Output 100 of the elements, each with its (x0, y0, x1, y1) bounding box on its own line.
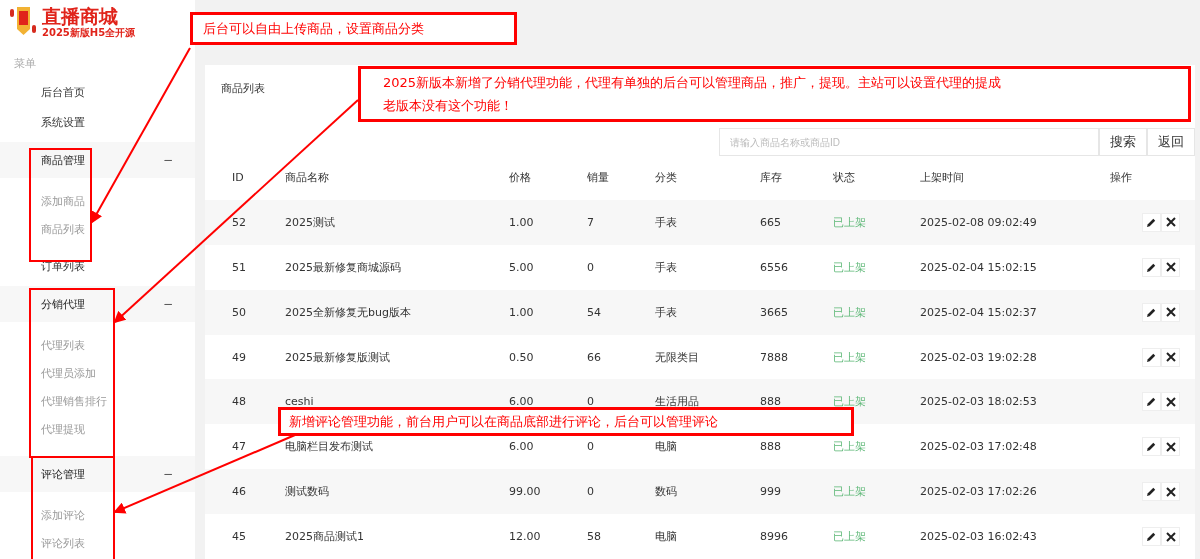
table-cell-text: 5.00 (509, 260, 535, 274)
column-header: 销量 (587, 170, 610, 186)
table-cell-text: 电脑 (655, 439, 678, 455)
back-button[interactable]: 返回 (1147, 128, 1195, 156)
table-cell-text: 1.00 (509, 215, 535, 229)
callout-text: 2025新版本新增了分销代理功能，代理有单独的后台可以管理商品，推广，提现。主站可以设置代理的提成 (383, 75, 1003, 90)
status-text: 已上架 (833, 439, 867, 455)
sidebar-group-header[interactable]: 商品管理 − (0, 142, 195, 178)
table-cell-text: 45 (232, 530, 247, 544)
table-cell-text: 0 (587, 440, 595, 454)
search-button[interactable]: 搜索 (1099, 128, 1147, 156)
delete-icon[interactable] (1161, 527, 1180, 547)
table-cell-text: 测试数码 (285, 484, 330, 500)
table-cell-text: 2025-02-04 15:02:37 (920, 305, 1038, 319)
table-cell-text: 1.00 (509, 305, 535, 319)
panel-title: 商品列表 (221, 81, 265, 96)
table-cell-text: 46 (232, 485, 247, 499)
delete-icon[interactable] (1161, 212, 1180, 232)
table-cell-text: 7888 (760, 350, 789, 364)
column-header: 上架时间 (920, 170, 965, 186)
table-cell-text: 手表 (655, 304, 678, 320)
table-cell-text: 54 (587, 305, 602, 319)
status-text: 已上架 (833, 214, 867, 230)
table-cell-text: 50 (232, 305, 247, 319)
collapse-toggle[interactable]: − (162, 153, 173, 167)
delete-icon[interactable] (1161, 482, 1180, 502)
status-text: 已上架 (833, 259, 867, 275)
table-cell-text: 2025-02-08 09:02:49 (920, 215, 1038, 229)
edit-icon[interactable] (1142, 392, 1161, 412)
column-header: 状态 (833, 170, 856, 186)
status-text: 已上架 (833, 394, 867, 410)
status-text: 已上架 (833, 349, 867, 365)
table-cell-text: 2025商品测试1 (285, 529, 365, 545)
callout-text: 新增评论管理功能，前台用户可以在商品底部进行评论，后台可以管理评论 (289, 414, 719, 429)
table-cell-text: 52 (232, 215, 247, 229)
sidebar-group-header[interactable]: 分销代理 − (0, 286, 195, 322)
menu-heading: 菜单 (14, 57, 37, 70)
table-cell-text: 48 (232, 395, 247, 409)
column-header: 操作 (1110, 170, 1133, 186)
delete-icon[interactable] (1161, 347, 1180, 367)
edit-icon[interactable] (1142, 437, 1161, 457)
edit-icon[interactable] (1142, 347, 1161, 367)
collapse-toggle[interactable]: − (162, 467, 173, 481)
status-text: 已上架 (833, 529, 867, 545)
table-cell-text: 2025-02-03 18:02:53 (920, 395, 1038, 409)
edit-icon[interactable] (1142, 527, 1161, 547)
logo-title: 直播商城 (42, 5, 119, 27)
table-cell-text: 2025-02-04 15:02:15 (920, 260, 1038, 274)
edit-icon[interactable] (1142, 482, 1161, 502)
collapse-toggle[interactable]: − (162, 297, 173, 311)
sidebar-item[interactable]: 系统设置 (0, 108, 195, 138)
column-header: 商品名称 (285, 170, 330, 186)
table-cell-text: 0 (587, 395, 595, 409)
table-cell-text: 数码 (655, 484, 678, 500)
delete-icon[interactable] (1161, 302, 1180, 322)
table-cell-text: 手表 (655, 214, 678, 230)
status-text: 已上架 (833, 304, 867, 320)
group-label: 分销代理 (41, 296, 85, 312)
table-cell-text: 0.50 (509, 350, 535, 364)
delete-icon[interactable] (1161, 257, 1180, 277)
delete-icon[interactable] (1161, 392, 1180, 412)
table-cell-text: 7 (587, 215, 595, 229)
table-cell-text: 58 (587, 530, 602, 544)
table-cell-text: 生活用品 (655, 394, 700, 410)
table-cell-text: 2025最新修复版测试 (285, 349, 391, 365)
table-cell-text: 0 (587, 260, 595, 274)
table-cell-text: ceshi (285, 395, 315, 409)
table-cell-text: 电脑 (655, 529, 678, 545)
group-label: 商品管理 (41, 152, 85, 168)
table-cell-text: 49 (232, 350, 247, 364)
edit-icon[interactable] (1142, 302, 1161, 322)
edit-icon[interactable] (1142, 212, 1161, 232)
sidebar-item[interactable]: 后台首页 (0, 78, 195, 108)
table-cell-text: 2025全新修复无bug版本 (285, 304, 412, 320)
sidebar-group-header[interactable]: 评论管理 − (0, 456, 195, 492)
table-cell-text: 999 (760, 485, 782, 499)
edit-icon[interactable] (1142, 257, 1161, 277)
logo-subtitle: 2025新版H5全开源 (42, 27, 136, 39)
callout-text: 后台可以自由上传商品，设置商品分类 (203, 21, 425, 36)
table-cell-text: 电脑栏目发布测试 (285, 439, 374, 455)
table-cell-text: 665 (760, 215, 782, 229)
table-cell-text: 66 (587, 350, 602, 364)
table-cell-text: 99.00 (509, 485, 542, 499)
group-label: 评论管理 (41, 466, 85, 482)
table-cell-text: 6.00 (509, 395, 535, 409)
table-cell-text: 手表 (655, 259, 678, 275)
table-cell-text: 888 (760, 440, 782, 454)
table-cell-text: 0 (587, 485, 595, 499)
column-header: ID (232, 171, 245, 185)
table-cell-text: 2025测试 (285, 214, 336, 230)
column-header: 分类 (655, 170, 678, 186)
table-cell-text: 2025最新修复商城源码 (285, 259, 402, 275)
table-cell-text: 2025-02-03 19:02:28 (920, 350, 1038, 364)
table-cell-text: 12.00 (509, 530, 542, 544)
table-cell-text: 51 (232, 260, 247, 274)
table-cell-text: 2025-02-03 17:02:26 (920, 485, 1038, 499)
delete-icon[interactable] (1161, 437, 1180, 457)
table-cell-text: 888 (760, 395, 782, 409)
table-cell-text: 6.00 (509, 440, 535, 454)
table-cell-text: 6556 (760, 260, 789, 274)
